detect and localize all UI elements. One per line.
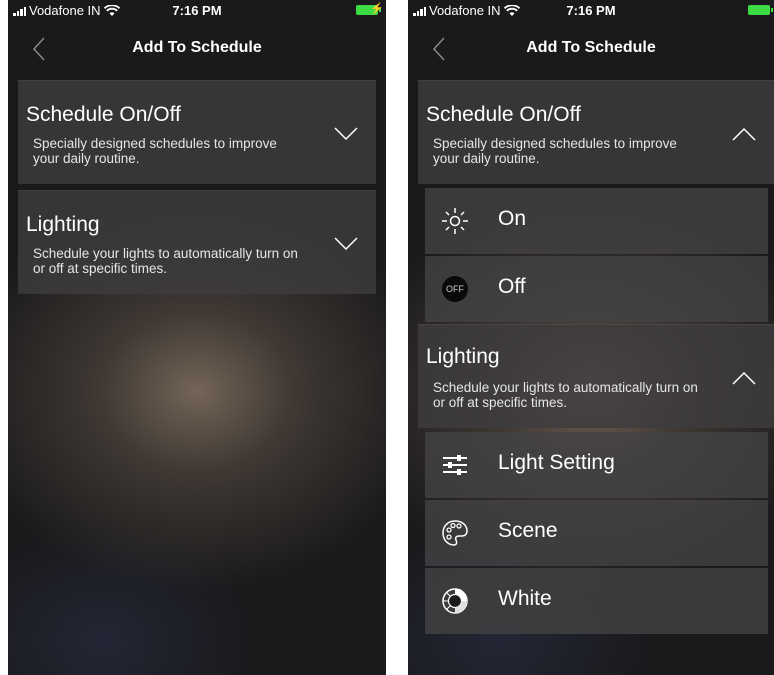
- section-schedule-on-off[interactable]: Schedule On/Off Specially designed sched…: [418, 80, 774, 184]
- item-label: Light Setting: [498, 451, 615, 474]
- lighting-item-white[interactable]: White: [425, 568, 768, 634]
- phone-screen-expanded: Vodafone IN 7:16 PM Add To Schedule Sche…: [408, 0, 774, 675]
- status-bar: Vodafone IN 7:16 PM ⚡: [8, 0, 386, 20]
- status-bar: Vodafone IN 7:16 PM: [408, 0, 774, 20]
- status-time: 7:16 PM: [566, 3, 616, 18]
- battery-icon: [748, 5, 773, 15]
- status-time: 7:16 PM: [172, 3, 222, 18]
- schedule-item-off[interactable]: OFF Off: [425, 256, 768, 322]
- chevron-up-icon[interactable]: [732, 371, 756, 385]
- section-title: Lighting: [426, 345, 500, 368]
- item-label: Off: [498, 275, 526, 298]
- sun-icon: [439, 207, 471, 235]
- palette-icon: [439, 519, 471, 547]
- nav-bar: Add To Schedule: [8, 28, 386, 68]
- phone-screen-collapsed: Vodafone IN 7:16 PM ⚡ Add To Schedule Sc…: [8, 0, 386, 675]
- item-label: Scene: [498, 519, 558, 542]
- nav-bar: Add To Schedule: [408, 28, 774, 68]
- section-schedule-on-off[interactable]: Schedule On/Off Specially designed sched…: [18, 80, 376, 184]
- section-lighting[interactable]: Lighting Schedule your lights to automat…: [18, 190, 376, 294]
- chevron-down-icon[interactable]: [334, 127, 358, 141]
- section-lighting[interactable]: Lighting Schedule your lights to automat…: [418, 324, 774, 428]
- page-title: Add To Schedule: [526, 39, 656, 56]
- schedule-item-on[interactable]: On: [425, 188, 768, 254]
- section-description: Schedule your lights to automatically tu…: [433, 380, 698, 410]
- section-title: Lighting: [26, 213, 100, 236]
- sliders-icon: [439, 451, 471, 479]
- page-title: Add To Schedule: [132, 39, 262, 56]
- lighting-item-scene[interactable]: Scene: [425, 500, 768, 566]
- section-description: Specially designed schedules to improve …: [33, 136, 277, 166]
- off-badge-icon: OFF: [439, 275, 471, 303]
- section-description: Specially designed schedules to improve …: [433, 136, 677, 166]
- section-title: Schedule On/Off: [26, 103, 181, 126]
- lighting-item-light-setting[interactable]: Light Setting: [425, 432, 768, 498]
- white-ring-icon: [439, 587, 471, 615]
- chevron-up-icon[interactable]: [732, 127, 756, 141]
- chevron-down-icon[interactable]: [334, 237, 358, 251]
- section-description: Schedule your lights to automatically tu…: [33, 246, 298, 276]
- charging-bolt-icon: ⚡: [370, 3, 384, 15]
- item-label: On: [498, 207, 527, 230]
- item-label: White: [498, 587, 552, 610]
- off-badge: OFF: [442, 276, 468, 302]
- section-title: Schedule On/Off: [426, 103, 581, 126]
